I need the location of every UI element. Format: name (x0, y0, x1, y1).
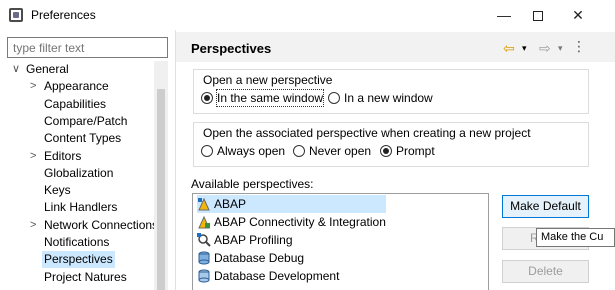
maximize-button[interactable] (516, 0, 560, 30)
profiling-icon (197, 233, 211, 247)
chevron-right-icon[interactable]: > (30, 217, 40, 234)
make-default-button[interactable]: Make Default (502, 195, 589, 218)
radio-new-window-label: In a new window (344, 91, 433, 105)
close-button[interactable]: ✕ (556, 0, 600, 30)
forward-dropdown-icon[interactable]: ▾ (558, 43, 563, 54)
tree-scrollbar-thumb[interactable] (157, 89, 165, 290)
tree-item-appearance[interactable]: > Appearance (0, 78, 154, 95)
tree-item-label: Capabilities (44, 96, 107, 111)
preference-tree: ∨ General > Appearance Capabilities Compare/P… (0, 61, 175, 290)
window-title: Preferences (31, 8, 96, 22)
database-debug-icon (198, 251, 210, 265)
tree-item-label: General (26, 62, 69, 76)
tooltip: Make the Cu (536, 228, 615, 247)
tree-item-link-handlers[interactable]: Link Handlers (0, 199, 154, 216)
tree-item-label: Perspectives (42, 251, 115, 269)
chevron-right-icon[interactable]: > (30, 148, 40, 165)
tree-item-label: Project Natures (44, 269, 127, 284)
list-item[interactable]: Database Development (193, 267, 489, 285)
list-item-label: Database Development (214, 269, 340, 283)
database-icon (198, 269, 210, 283)
tree-item-notifications[interactable]: Notifications (0, 234, 154, 251)
view-menu-icon[interactable]: ⋮ (572, 38, 586, 55)
abap-perspective-icon (198, 197, 210, 211)
tree-item-general[interactable]: ∨ General (0, 61, 154, 78)
available-perspectives-label: Available perspectives: (191, 177, 314, 191)
radio-never-open-label: Never open (309, 144, 372, 158)
tree-item-label: Editors (44, 148, 82, 163)
tree-item-label: Keys (44, 183, 71, 198)
tree-item-capabilities[interactable]: Capabilities (0, 96, 154, 113)
tree-item-perspectives[interactable]: Perspectives (0, 251, 154, 269)
chevron-down-icon[interactable]: ∨ (12, 61, 22, 78)
tree-item-label: Globalization (44, 165, 114, 180)
filter-input[interactable] (7, 37, 168, 58)
radio-dot[interactable] (201, 145, 213, 157)
radio-dot[interactable] (328, 92, 340, 104)
connectivity-icon (198, 215, 210, 229)
list-item[interactable]: ABAP Connectivity & Integration (193, 213, 489, 231)
associated-perspective-group: Open the associated perspective when cre… (193, 122, 589, 167)
tree-item-label: Appearance (44, 79, 109, 94)
list-item-label: ABAP Profiling (214, 233, 293, 247)
title-bar: Preferences — ✕ (0, 0, 615, 30)
app-icon (9, 8, 23, 22)
delete-button[interactable]: Delete (502, 260, 589, 283)
list-item[interactable]: ABAP Profiling (193, 231, 489, 249)
back-dropdown-icon[interactable]: ▾ (522, 43, 527, 54)
maximize-icon (533, 11, 543, 22)
radio-dot[interactable] (293, 145, 305, 157)
forward-arrow-icon[interactable]: ⇨ (539, 40, 551, 57)
pane-splitter[interactable] (175, 30, 176, 290)
tree-item-content-types[interactable]: Content Types (0, 130, 154, 147)
tree-item-compare-patch[interactable]: Compare/Patch (0, 113, 154, 130)
page-header: Perspectives ⇦ ▾ ⇨ ▾ ⋮ (176, 32, 615, 62)
radio-same-window-label: In the same window (215, 89, 325, 107)
perspectives-list[interactable]: ABAP ABAP Connectivity & Integration ABA… (192, 193, 489, 290)
tree-item-globalization[interactable]: Globalization (0, 165, 154, 182)
chevron-right-icon[interactable]: > (30, 78, 40, 95)
list-item[interactable]: Database Debug (193, 249, 489, 267)
associated-perspective-group-title: Open the associated perspective when cre… (203, 126, 531, 140)
radio-dot[interactable] (201, 92, 213, 104)
page-title: Perspectives (191, 41, 272, 56)
radio-prompt-label: Prompt (396, 144, 435, 158)
tree-item-label: Content Types (44, 131, 122, 146)
radio-always-open-label: Always open (217, 144, 286, 158)
tree-item-label: Compare/Patch (44, 113, 128, 128)
back-arrow-icon[interactable]: ⇦ (503, 40, 515, 57)
tree-scrollbar[interactable] (154, 61, 168, 290)
tree-item-keys[interactable]: Keys (0, 182, 154, 199)
open-perspective-group-title: Open a new perspective (203, 73, 333, 87)
tree-item-network-connections[interactable]: > Network Connections (0, 217, 158, 234)
list-item-label: ABAP Connectivity & Integration (214, 215, 386, 229)
tree-item-label: Link Handlers (44, 200, 118, 215)
list-item-label: ABAP (214, 197, 247, 211)
tree-item-editors[interactable]: > Editors (0, 148, 154, 165)
list-item-label: Database Debug (214, 251, 305, 265)
open-perspective-group: Open a new perspective In the same windo… (193, 69, 589, 114)
radio-dot[interactable] (380, 145, 392, 157)
list-item[interactable]: ABAP (193, 195, 489, 213)
tree-item-label: Notifications (44, 235, 110, 249)
tree-item-project-natures[interactable]: Project Natures (0, 269, 154, 286)
tree-item-label: Network Connections (44, 217, 159, 232)
